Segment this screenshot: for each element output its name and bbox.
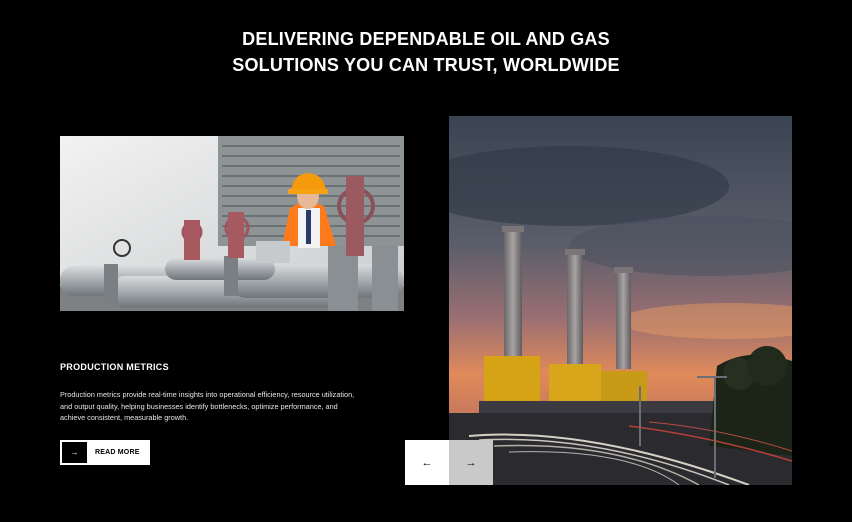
carousel-next-button[interactable]: → bbox=[449, 440, 493, 485]
arrow-right-icon: → bbox=[62, 442, 87, 463]
power-plant-sunset-photo bbox=[449, 116, 792, 485]
read-more-button[interactable]: → READ MORE bbox=[60, 440, 150, 465]
arrow-right-icon: → bbox=[465, 456, 477, 469]
worker-pipeline-photo bbox=[60, 136, 404, 311]
section-description: Production metrics provide real-time ins… bbox=[60, 390, 355, 422]
carousel-prev-button[interactable]: ← bbox=[405, 440, 449, 485]
page-headline: DELIVERING DEPENDABLE OIL AND GAS SOLUTI… bbox=[232, 29, 620, 75]
section-title: PRODUCTION METRICS bbox=[60, 362, 169, 372]
arrow-left-icon: ← bbox=[421, 456, 433, 469]
read-more-label: READ MORE bbox=[95, 449, 140, 456]
